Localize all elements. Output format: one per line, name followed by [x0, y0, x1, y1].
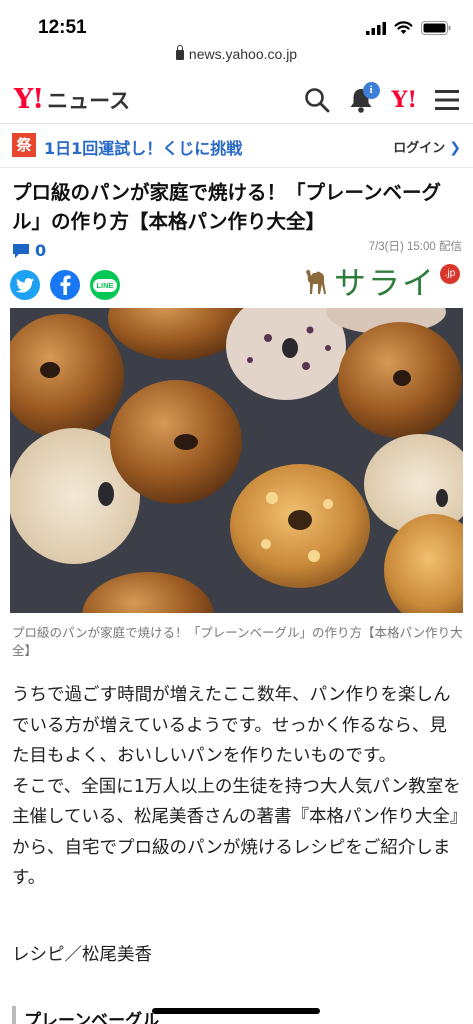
header-icons: i Y!: [304, 82, 459, 114]
publisher-name: サライ: [334, 264, 437, 302]
promo-text[interactable]: 1日1回運試し！くじに挑戦: [44, 135, 242, 159]
article-hero-image[interactable]: [10, 308, 463, 613]
section-heading: プレーンベーグル: [12, 1006, 159, 1024]
wifi-icon: [394, 21, 413, 34]
paragraph-book: そこで、全国に1万人以上の生徒を持つ大人気パン教室を主催している、松尾美香さんの…: [12, 776, 461, 889]
search-icon[interactable]: [304, 87, 330, 113]
twitter-icon: [16, 277, 34, 293]
login-label: ログイン: [393, 141, 446, 156]
twitter-share-button[interactable]: [10, 270, 40, 300]
article-title: プロ級のパンが家庭で焼ける！「プレーンベーグル」の作り方【本格パン作り大全】: [12, 181, 442, 233]
facebook-share-button[interactable]: [50, 270, 80, 300]
status-icons: [366, 21, 451, 35]
bagels-photo: [10, 308, 463, 613]
image-caption: プロ級のパンが家庭で焼ける！「プレーンベーグル」の作り方【本格パン作り大全】: [12, 625, 463, 658]
comment-count: 0: [35, 241, 47, 260]
facebook-icon: [60, 275, 71, 295]
status-time: 12:51: [38, 17, 87, 38]
line-icon: LINE: [93, 278, 117, 292]
news-logo-text: ニュース: [47, 89, 131, 113]
url-text: news.yahoo.co.jp: [188, 46, 298, 62]
article-body: うちで過ごす時間が増えたここ数年、パン作りを楽しんでいる方が増えているようです。…: [12, 680, 464, 894]
publisher-suffix: .jp: [440, 264, 461, 284]
notification-badge: i: [362, 82, 380, 99]
lock-icon: [175, 45, 184, 60]
chevron-right-icon: ❯: [449, 140, 461, 156]
share-buttons: LINE: [10, 270, 120, 300]
recipe-credit: レシピ／松尾美香: [12, 945, 152, 965]
yahoo-top-link[interactable]: Y!: [392, 87, 417, 113]
site-header: Y! ニュース i Y!: [0, 76, 473, 124]
publish-date: 7/3(日) 15:00 配信: [368, 241, 462, 253]
menu-icon[interactable]: [435, 89, 459, 111]
paragraph-intro: うちで過ごす時間が増えたここ数年、パン作りを楽しんでいる方が増えているようです。…: [12, 685, 451, 766]
battery-icon: [421, 21, 451, 35]
url-bar[interactable]: news.yahoo.co.jp: [0, 45, 473, 62]
notification-button[interactable]: i: [348, 82, 380, 114]
signal-icon: [366, 21, 386, 35]
login-link[interactable]: ログイン ❯: [393, 137, 461, 156]
yahoo-news-logo[interactable]: Y! ニュース: [14, 84, 130, 115]
comment-link[interactable]: 0: [12, 241, 46, 260]
yahoo-logo-mark: Y!: [14, 84, 44, 115]
line-share-button[interactable]: LINE: [90, 270, 120, 300]
camel-icon: [306, 269, 326, 294]
promo-banner[interactable]: 祭 1日1回運試し！くじに挑戦 ログイン ❯: [0, 124, 473, 168]
comment-icon: [13, 243, 29, 258]
home-indicator[interactable]: [152, 1008, 320, 1014]
publisher-logo[interactable]: サライ .jp: [302, 258, 461, 304]
festival-badge-icon: 祭: [12, 133, 36, 157]
